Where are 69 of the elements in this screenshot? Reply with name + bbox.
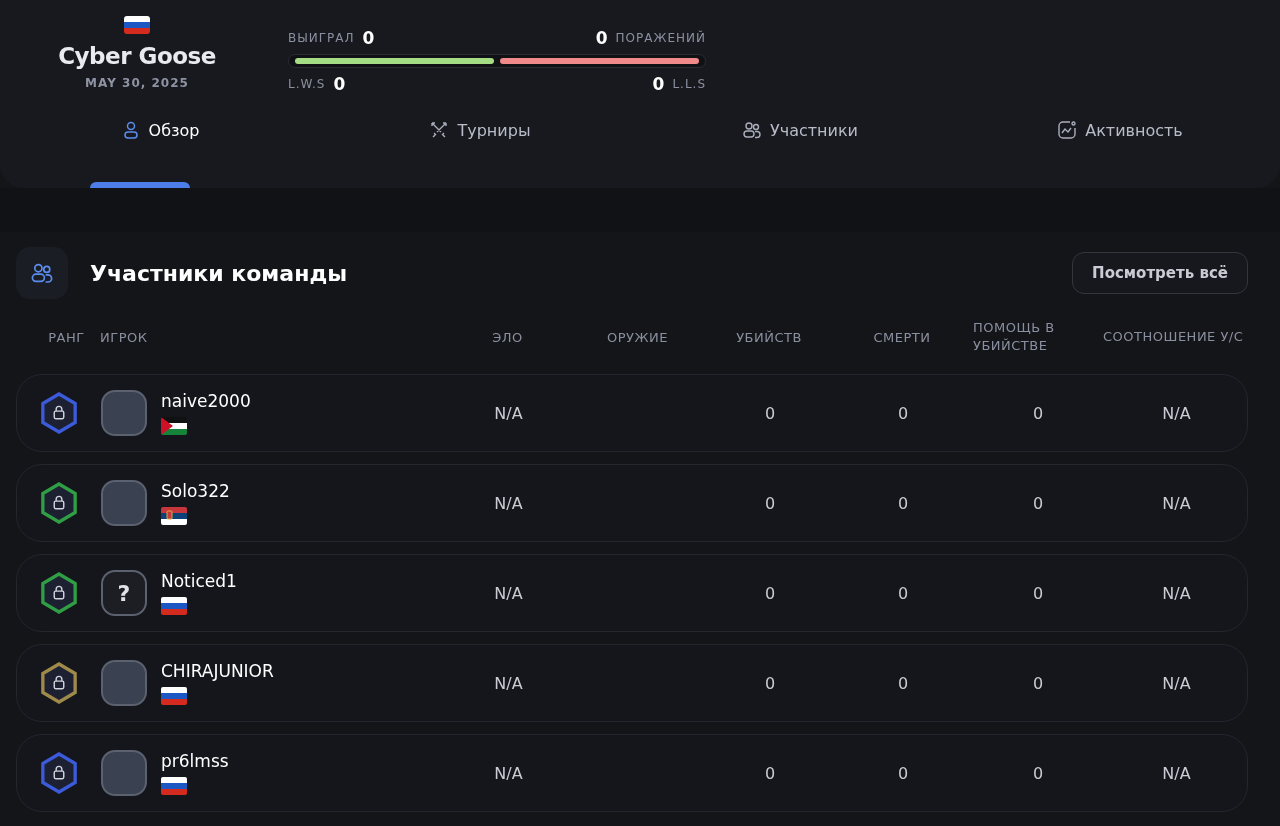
users-icon bbox=[741, 120, 762, 140]
deaths-cell-text: 0 bbox=[896, 583, 910, 603]
assists-cell-text: 0 bbox=[1031, 763, 1045, 783]
avatar-photo-placeholder bbox=[101, 660, 147, 706]
deaths-cell-text: 0 bbox=[896, 763, 910, 783]
column-header: ЭЛО bbox=[491, 329, 524, 345]
tab[interactable]: Турниры bbox=[421, 114, 539, 146]
ratio-cell-text: N/A bbox=[1161, 493, 1192, 513]
player-name[interactable]: naive2000 bbox=[161, 391, 251, 411]
elo-cell-text: N/A bbox=[493, 583, 524, 603]
swords-icon bbox=[429, 120, 450, 140]
section-title: Участники команды bbox=[90, 260, 348, 286]
kills-cell-text: 0 bbox=[763, 763, 777, 783]
kills-cell-text: 0 bbox=[763, 403, 777, 423]
users-icon bbox=[16, 247, 68, 299]
chart-icon bbox=[1057, 120, 1078, 140]
ratio-cell-text: N/A bbox=[1161, 763, 1192, 783]
assists-cell-text: 0 bbox=[1031, 403, 1045, 423]
flag-icon bbox=[161, 417, 187, 435]
tab[interactable]: Обзор bbox=[112, 114, 208, 146]
view-all-button[interactable]: Посмотреть всё bbox=[1072, 252, 1248, 294]
lls-label: L.L.S bbox=[672, 77, 706, 91]
tab[interactable]: Активность bbox=[1049, 114, 1191, 146]
lws-count: 0 bbox=[333, 74, 346, 94]
player-name[interactable]: Noticed1 bbox=[161, 571, 237, 591]
avatar-photo-placeholder bbox=[101, 750, 147, 796]
lws-label: L.W.S bbox=[288, 77, 326, 91]
ratio-cell-text: N/A bbox=[1161, 673, 1192, 693]
flag-icon bbox=[161, 507, 187, 525]
wins-count: 0 bbox=[362, 28, 375, 48]
assists-cell-text: 0 bbox=[1031, 583, 1045, 603]
avatar-photo-placeholder bbox=[101, 480, 147, 526]
flag-icon bbox=[161, 597, 187, 615]
assists-cell-text: 0 bbox=[1031, 673, 1045, 693]
player-name[interactable]: pr6lmss bbox=[161, 751, 229, 771]
elo-cell-text: N/A bbox=[493, 493, 524, 513]
kills-cell-text: 0 bbox=[763, 673, 777, 693]
elo-cell-text: N/A bbox=[493, 763, 524, 783]
column-header: СМЕРТИ bbox=[872, 329, 932, 345]
column-header: УБИЙСТВ bbox=[735, 329, 803, 345]
team-name: Cyber Goose bbox=[58, 43, 216, 69]
ratio-cell-text: N/A bbox=[1161, 583, 1192, 603]
flag-icon bbox=[124, 16, 150, 34]
player-name[interactable]: CHIRAJUNIOR bbox=[161, 661, 274, 681]
ratio-cell-text: N/A bbox=[1161, 403, 1192, 423]
assists-cell-text: 0 bbox=[1031, 493, 1045, 513]
deaths-cell-text: 0 bbox=[896, 673, 910, 693]
wins-label: ВЫИГРАЛ bbox=[288, 31, 355, 45]
kills-cell-text: 0 bbox=[763, 493, 777, 513]
team-date: MAY 30, 2025 bbox=[85, 76, 189, 90]
avatar-photo-placeholder bbox=[101, 390, 147, 436]
kills-cell-text: 0 bbox=[763, 583, 777, 603]
column-header: ОРУЖИЕ bbox=[606, 329, 669, 345]
player-name[interactable]: Solo322 bbox=[161, 481, 230, 501]
elo-cell-text: N/A bbox=[493, 673, 524, 693]
flag-icon bbox=[161, 687, 187, 705]
deaths-cell-text: 0 bbox=[896, 493, 910, 513]
lls-count: 0 bbox=[652, 74, 665, 94]
column-header: СООТНОШЕНИЕ У/С bbox=[1103, 327, 1245, 346]
column-header: ИГРОК bbox=[100, 329, 149, 345]
losses-label: ПОРАЖЕНИЙ bbox=[615, 31, 706, 45]
losses-count: 0 bbox=[595, 28, 608, 48]
column-header: ПОМОЩЬ В УБИЙСТВЕ bbox=[972, 318, 1056, 355]
tab[interactable]: Участники bbox=[733, 114, 866, 146]
deaths-cell-text: 0 bbox=[896, 403, 910, 423]
column-header: РАНГ bbox=[47, 329, 86, 345]
elo-cell-text: N/A bbox=[493, 403, 524, 423]
flag-icon bbox=[161, 777, 187, 795]
question-mark: ? bbox=[117, 580, 131, 606]
